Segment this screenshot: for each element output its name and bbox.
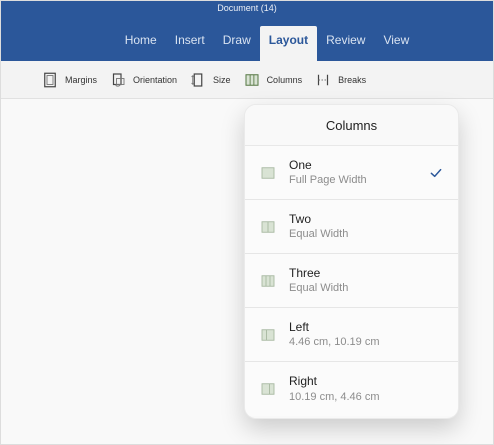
column-layout-left-icon xyxy=(259,326,277,344)
column-layout-two-icon xyxy=(259,218,277,236)
toolbar-breaks-button[interactable]: Breaks xyxy=(314,71,366,89)
orientation-icon xyxy=(109,71,127,89)
ribbon-tabs: Home Insert Draw Layout Review View xyxy=(1,26,493,61)
columns-option-subtitle: 4.46 cm, 10.19 cm xyxy=(289,336,380,349)
columns-options: One Full Page Width Two Equal Width Thre… xyxy=(245,146,458,416)
toolbar-margins-label: Margins xyxy=(65,74,98,85)
columns-icon xyxy=(243,71,261,89)
app-frame: Document (14) Home Insert Draw Layout Re… xyxy=(0,0,494,445)
toolbar-breaks-label: Breaks xyxy=(338,74,367,85)
tab-draw[interactable]: Draw xyxy=(214,26,260,61)
toolbar-orientation-button[interactable]: Orientation xyxy=(109,71,177,89)
tab-layout[interactable]: Layout xyxy=(259,26,318,61)
columns-option-left-text: Left 4.46 cm, 10.19 cm xyxy=(289,319,444,349)
columns-option-one[interactable]: One Full Page Width xyxy=(245,146,458,200)
toolbar-size-button[interactable]: Size xyxy=(189,71,231,89)
layout-toolbar: Margins Orientation Size Columns Breaks xyxy=(1,61,493,99)
columns-option-one-text: One Full Page Width xyxy=(289,157,420,187)
toolbar-orientation-label: Orientation xyxy=(133,74,178,85)
tab-view[interactable]: View xyxy=(374,26,418,61)
columns-option-title: Three xyxy=(289,265,321,280)
breaks-icon xyxy=(314,71,332,89)
tab-review[interactable]: Review xyxy=(317,26,374,61)
toolbar-margins-button[interactable]: Margins xyxy=(41,71,97,89)
columns-option-three-text: Three Equal Width xyxy=(289,265,444,295)
toolbar-columns-button[interactable]: Columns xyxy=(243,71,303,89)
column-layout-right-icon xyxy=(259,380,277,398)
columns-option-title: Right xyxy=(289,374,318,389)
checkmark-icon xyxy=(428,165,444,181)
toolbar-size-label: Size xyxy=(213,74,231,85)
columns-option-two-text: Two Equal Width xyxy=(289,211,444,241)
columns-popover: Columns One Full Page Width Two Equal Wi… xyxy=(244,104,459,419)
columns-option-subtitle: Full Page Width xyxy=(289,174,367,187)
columns-option-subtitle: Equal Width xyxy=(289,228,349,241)
popover-title: Columns xyxy=(245,105,458,146)
columns-option-left[interactable]: Left 4.46 cm, 10.19 cm xyxy=(245,308,458,362)
columns-option-two[interactable]: Two Equal Width xyxy=(245,200,458,254)
columns-option-subtitle: Equal Width xyxy=(289,282,349,295)
margins-icon xyxy=(41,71,59,89)
columns-option-subtitle: 10.19 cm, 4.46 cm xyxy=(289,390,380,403)
columns-option-title: Two xyxy=(289,211,312,226)
column-layout-one-icon xyxy=(259,164,277,182)
tab-home[interactable]: Home xyxy=(116,26,166,61)
toolbar-columns-label: Columns xyxy=(266,74,303,85)
column-layout-three-icon xyxy=(259,272,277,290)
columns-option-title: One xyxy=(289,157,312,172)
ribbon-header: Document (14) Home Insert Draw Layout Re… xyxy=(1,1,493,61)
size-icon xyxy=(189,71,207,89)
document-title: Document (14) xyxy=(217,3,277,13)
columns-option-right-text: Right 10.19 cm, 4.46 cm xyxy=(289,374,444,403)
columns-option-title: Left xyxy=(289,319,310,334)
tab-insert[interactable]: Insert xyxy=(166,26,214,61)
columns-option-right[interactable]: Right 10.19 cm, 4.46 cm xyxy=(245,362,458,416)
columns-option-three[interactable]: Three Equal Width xyxy=(245,254,458,308)
